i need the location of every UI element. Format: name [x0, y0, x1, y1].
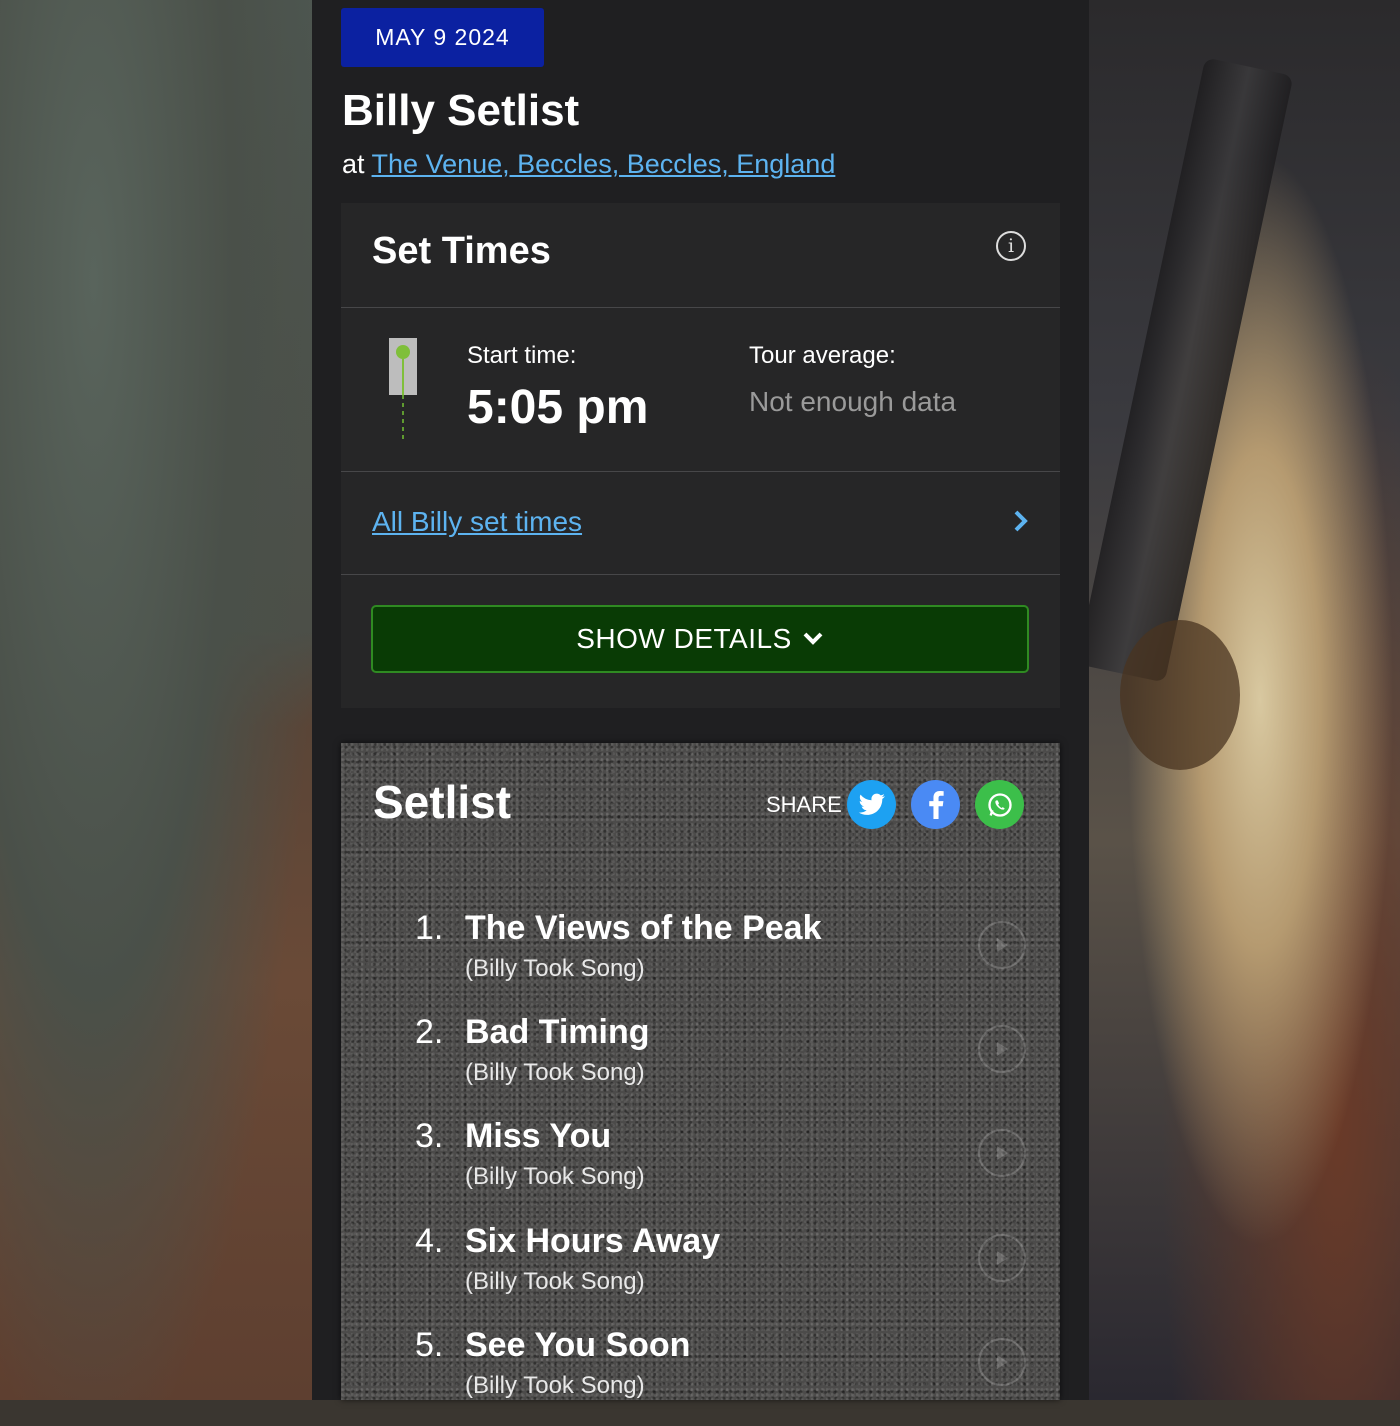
venue-line: at The Venue, Beccles, Beccles, England	[342, 149, 835, 180]
twitter-icon	[858, 793, 885, 815]
all-set-times-link[interactable]: All Billy set times	[372, 506, 582, 538]
info-icon[interactable]: i	[996, 231, 1026, 261]
page-title: Billy Setlist	[342, 86, 580, 135]
whatsapp-icon	[987, 792, 1012, 817]
chevron-right-icon[interactable]	[1010, 508, 1032, 534]
setlist-item: 1. The Views of the Peak (Billy Took Son…	[341, 909, 1060, 1009]
play-icon[interactable]	[978, 1234, 1026, 1282]
song-title[interactable]: Six Hours Away	[465, 1222, 720, 1261]
facebook-share-button[interactable]	[911, 780, 960, 829]
divider	[341, 574, 1060, 575]
start-time-value: 5:05 pm	[467, 381, 649, 434]
setlist-item: 2. Bad Timing (Billy Took Song)	[341, 1013, 1060, 1113]
show-details-button[interactable]: SHOW DETAILS	[371, 605, 1029, 673]
song-number: 3.	[415, 1117, 444, 1155]
song-number: 2.	[415, 1013, 444, 1051]
divider	[341, 307, 1060, 308]
set-times-title: Set Times	[372, 230, 551, 272]
song-number: 1.	[415, 909, 444, 947]
venue-link[interactable]: The Venue, Beccles, Beccles, England	[372, 149, 836, 179]
share-label: SHARE	[766, 792, 842, 817]
song-title[interactable]: The Views of the Peak	[465, 909, 822, 948]
background-photo-left	[0, 0, 312, 1400]
tour-average-value: Not enough data	[749, 386, 957, 417]
song-title[interactable]: Miss You	[465, 1117, 611, 1156]
date-badge: MAY 9 2024	[341, 8, 544, 67]
play-icon[interactable]	[978, 1025, 1026, 1073]
facebook-icon	[928, 790, 944, 819]
timeline-marker-icon	[389, 338, 417, 442]
setlist-title: Setlist	[373, 776, 512, 828]
show-details-label: SHOW DETAILS	[576, 623, 792, 654]
play-icon[interactable]	[978, 1129, 1026, 1177]
whatsapp-share-button[interactable]	[975, 780, 1024, 829]
venue-prefix: at	[342, 149, 365, 179]
song-attribution: (Billy Took Song)	[465, 955, 645, 982]
song-number: 5.	[415, 1326, 444, 1364]
song-number: 4.	[415, 1222, 444, 1260]
setlist-item: 5. See You Soon (Billy Took Song)	[341, 1326, 1060, 1426]
song-attribution: (Billy Took Song)	[465, 1163, 645, 1190]
setlist-item: 4. Six Hours Away (Billy Took Song)	[341, 1222, 1060, 1322]
play-icon[interactable]	[978, 921, 1026, 969]
twitter-share-button[interactable]	[847, 780, 896, 829]
setlist-item: 3. Miss You (Billy Took Song)	[341, 1117, 1060, 1217]
tour-average-label: Tour average:	[749, 342, 896, 369]
play-icon[interactable]	[978, 1338, 1026, 1386]
start-time-label: Start time:	[467, 342, 577, 369]
song-attribution: (Billy Took Song)	[465, 1268, 645, 1295]
divider	[341, 471, 1060, 472]
background-guitar-body	[1120, 620, 1240, 770]
song-title[interactable]: Bad Timing	[465, 1013, 650, 1052]
song-attribution: (Billy Took Song)	[465, 1372, 645, 1399]
chevron-down-icon	[803, 632, 823, 645]
song-title[interactable]: See You Soon	[465, 1326, 690, 1365]
song-attribution: (Billy Took Song)	[465, 1059, 645, 1086]
